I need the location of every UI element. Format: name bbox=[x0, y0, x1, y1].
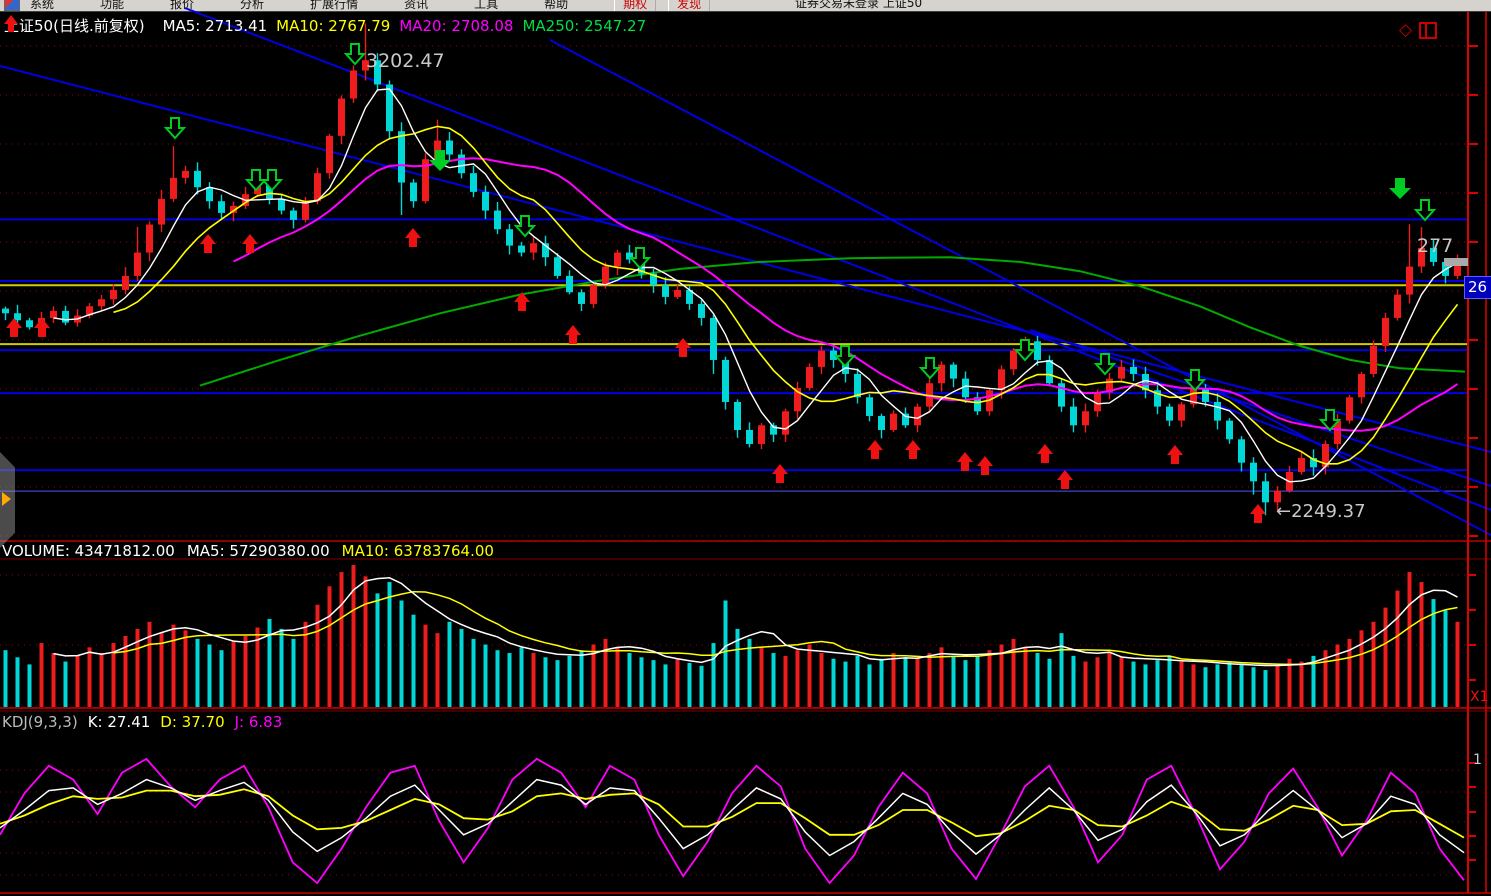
diamond-icon[interactable]: ◇ bbox=[1399, 22, 1412, 39]
volume-ma5-value: MA5: 57290380.00 bbox=[187, 542, 330, 560]
app-window: 系统 功能 报价 分析 扩展行情 资讯 工具 帮助 期权 发现 证券交易未登录 … bbox=[0, 0, 1491, 896]
expand-arrow-icon bbox=[2, 492, 11, 506]
ma20-value: MA20: 2708.08 bbox=[399, 17, 513, 35]
kdj-header-row: KDJ(9,3,3) K: 27.41 D: 37.70 J: 6.83 bbox=[2, 713, 282, 731]
last-price-marker bbox=[1444, 258, 1468, 266]
kdj-k-value: K: 27.41 bbox=[88, 713, 151, 731]
ma5-value: MA5: 2713.41 bbox=[163, 17, 268, 35]
chart-corner-controls: ◇ bbox=[1399, 22, 1437, 39]
low-price-label: ←2249.37 bbox=[1276, 501, 1366, 522]
kdj-d-value: D: 37.70 bbox=[160, 713, 224, 731]
chart-title-row: 上证50(日线.前复权) MA5: 2713.41 MA10: 2767.79 … bbox=[4, 15, 646, 36]
volume-header-row: VOLUME: 43471812.00 MA5: 57290380.00 MA1… bbox=[2, 542, 494, 560]
candlestick-chart-canvas[interactable] bbox=[0, 0, 1491, 896]
volume-axis-label: X1 bbox=[1470, 689, 1489, 705]
recent-high-label: 277 bbox=[1417, 235, 1468, 257]
sidebar-expand-handle[interactable] bbox=[0, 452, 15, 548]
chart-title: 上证50(日线.前复权) bbox=[4, 15, 145, 36]
kdj-axis-label: 1 bbox=[1473, 752, 1482, 768]
peak-price-label: 3202.47 bbox=[366, 50, 445, 72]
ma250-value: MA250: 2547.27 bbox=[522, 17, 646, 35]
kdj-title: KDJ(9,3,3) bbox=[2, 713, 78, 731]
current-price-box: 26 bbox=[1464, 276, 1491, 299]
ma10-value: MA10: 2767.79 bbox=[276, 17, 390, 35]
volume-value: VOLUME: 43471812.00 bbox=[2, 542, 175, 560]
volume-ma10-value: MA10: 63783764.00 bbox=[342, 542, 494, 560]
window-split-icon[interactable] bbox=[1419, 22, 1437, 39]
kdj-j-value: J: 6.83 bbox=[235, 713, 283, 731]
